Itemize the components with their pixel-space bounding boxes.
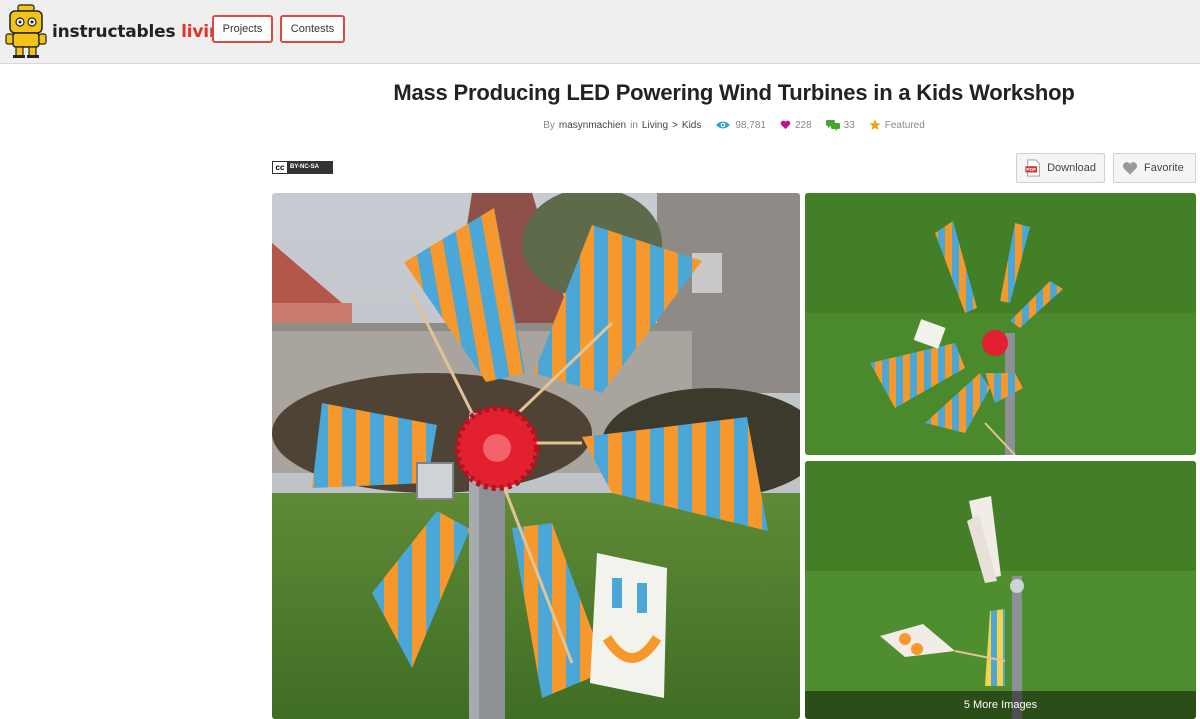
nav-contests-button[interactable]: Contests [280,15,345,43]
top-navigation-bar: instructables living Projects Contests [0,0,1200,64]
article-meta: By masynmachien in Living > Kids 98,781 … [272,119,1196,131]
favorite-button[interactable]: Favorite [1113,153,1196,183]
thumbnail-photo-2[interactable]: 5 More Images [805,461,1196,719]
windmill-photo-thumb-2 [805,461,1196,719]
favorites-stat: 228 [780,120,812,131]
views-count: 98,781 [735,119,766,131]
featured-label: Featured [884,119,925,131]
license-label: BY-NC-SA [287,162,332,173]
in-label: in [630,119,638,131]
author-link[interactable]: masynmachien [559,120,626,131]
page-title: Mass Producing LED Powering Wind Turbine… [393,80,1075,105]
featured-stat: Featured [869,119,925,131]
views-stat: 98,781 [715,120,766,131]
robot-logo-icon [5,4,47,58]
comments-icon [825,119,840,131]
license-badge[interactable]: cc BY-NC-SA [272,161,333,174]
windmill-photo-thumb-1 [805,193,1196,455]
more-images-overlay[interactable]: 5 More Images [805,691,1196,719]
pdf-icon: PDF [1025,159,1040,177]
category-separator: > [672,119,678,131]
star-icon [869,119,881,130]
subcategory-link[interactable]: Kids [682,120,701,131]
favorites-count: 228 [794,119,812,131]
thumbnail-photo-1[interactable] [805,193,1196,455]
heart-outline-icon [1122,161,1138,174]
eye-icon [716,121,731,129]
favorite-label: Favorite [1144,162,1184,174]
download-button[interactable]: PDF Download [1016,153,1105,183]
comments-stat: 33 [825,119,855,131]
brand-wordmark: instructables living [52,22,233,42]
svg-text:PDF: PDF [1026,167,1036,173]
more-images-label: 5 More Images [963,699,1038,711]
windmill-photo-main [272,193,800,719]
comments-count: 33 [843,119,855,131]
download-label: Download [1047,162,1096,174]
category-link[interactable]: Living [642,120,668,131]
cc-icon: cc [273,162,287,173]
by-label: By [543,119,555,131]
brand-primary: instructables [52,22,176,42]
site-logo[interactable]: instructables living [4,2,233,60]
heart-icon [780,120,791,130]
nav-projects-button[interactable]: Projects [212,15,273,43]
main-photo[interactable] [272,193,800,719]
